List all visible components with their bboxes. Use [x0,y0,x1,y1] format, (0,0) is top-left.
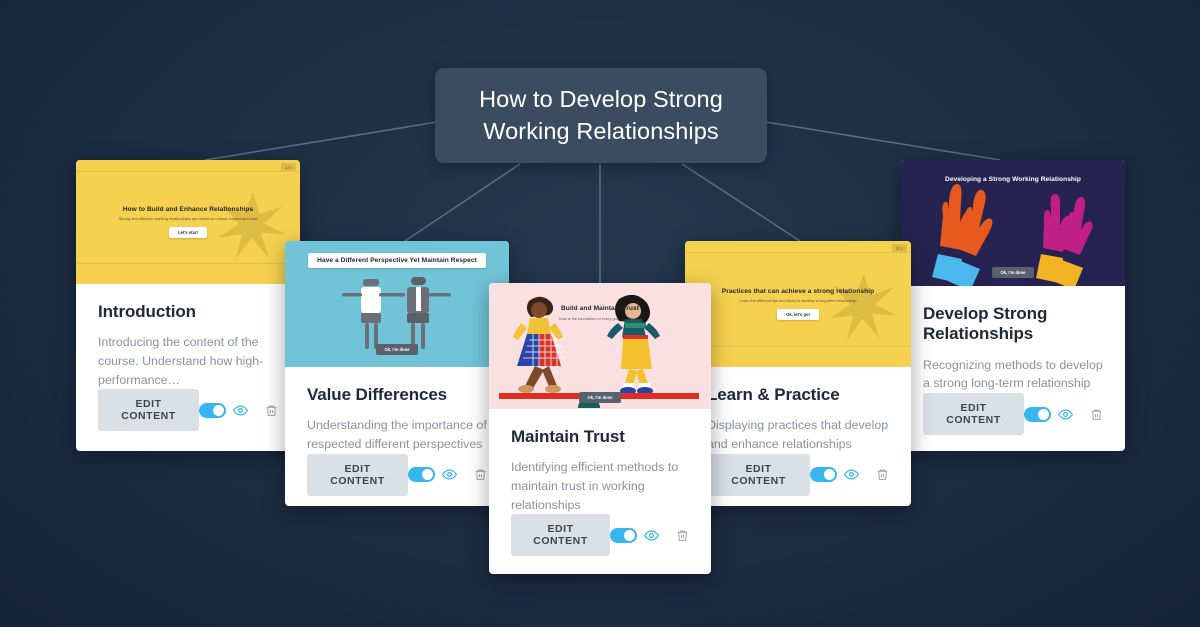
connector-to-card-1 [204,121,438,161]
course-title-node[interactable]: How to Develop Strong Working Relationsh… [435,68,767,163]
visibility-toggle[interactable] [610,527,637,543]
visibility-toggle[interactable] [199,402,226,418]
thumb-cta-button[interactable]: Ok, I'm done [375,344,419,355]
card-title: Learn & Practice [707,385,840,404]
lesson-card-maintain-trust[interactable]: Build and Maintain Trust Trust is the fo… [489,283,711,574]
eye-icon[interactable] [844,467,859,482]
thumb-cta-button[interactable]: Ok, I'm done [991,267,1035,278]
card-body: Maintain Trust Identifying efficient met… [489,409,711,514]
card-title: Develop Strong Relationships [923,304,1048,344]
edit-content-button[interactable]: EDIT CONTENT [923,393,1024,435]
card-title: Value Differences [307,385,448,404]
card-thumbnail[interactable]: Practices that can achieve a strong rela… [685,241,911,367]
card-body: Introduction Introducing the content of … [76,284,300,389]
edit-content-button[interactable]: EDIT CONTENT [307,453,408,496]
trash-icon[interactable] [474,467,487,482]
visibility-toggle[interactable] [810,467,837,483]
card-actions: EDIT CONTENT [285,453,509,506]
visibility-toggle[interactable] [1024,406,1051,422]
card-thumbnail[interactable]: Have a Different Perspective Yet Maintai… [285,241,509,367]
card-title: Introduction [98,302,196,321]
connector-to-card-4 [681,163,801,242]
thumb-progress-badge: 3/4 [891,244,907,252]
card-thumbnail[interactable]: Developing a Strong Working Relationship… [901,160,1125,286]
edit-content-button[interactable]: EDIT CONTENT [511,514,610,557]
thumb-subtitle: Learn the different tips and tricks to d… [739,298,857,304]
thumb-cta-button[interactable]: Let's start [169,227,207,239]
trash-icon[interactable] [1090,407,1103,422]
eye-icon[interactable] [442,467,457,482]
edit-content-button[interactable]: EDIT CONTENT [707,453,810,496]
eye-icon[interactable] [1058,407,1073,422]
eye-icon[interactable] [644,528,659,543]
card-actions: EDIT CONTENT [76,389,300,451]
card-actions: EDIT CONTENT [901,393,1125,451]
visibility-toggle[interactable] [408,467,435,483]
eye-icon[interactable] [233,403,248,418]
thumb-progress-badge: 1/4 [280,163,296,171]
trash-icon[interactable] [876,467,889,482]
thumb-cta-button[interactable]: Ok, let's go! [777,309,819,321]
card-body: Value Differences Understanding the impo… [285,367,509,454]
thumb-title: Practices that can achieve a strong rela… [721,287,875,295]
card-thumbnail[interactable]: How to Build and Enhance Relationships S… [76,160,300,284]
card-description: Understanding the importance of respecte… [307,418,487,451]
lesson-card-learn-and-practice[interactable]: Practices that can achieve a strong rela… [685,241,911,506]
card-actions: EDIT CONTENT [685,453,911,506]
card-title: Maintain Trust [511,427,625,446]
thumb-cta-button[interactable]: Ok, I'm done [578,392,622,403]
thumb-title: How to Build and Enhance Relationships [122,205,254,213]
lesson-card-value-differences[interactable]: Have a Different Perspective Yet Maintai… [285,241,509,506]
card-thumbnail[interactable]: Build and Maintain Trust Trust is the fo… [489,283,711,409]
card-description: Identifying efficient methods to maintai… [511,460,679,512]
card-body: Develop Strong Relationships Recognizing… [901,286,1125,393]
lesson-card-introduction[interactable]: How to Build and Enhance Relationships S… [76,160,300,451]
lesson-card-develop-strong-relationships[interactable]: Developing a Strong Working Relationship… [901,160,1125,451]
card-description: Displaying practices that develop and en… [707,418,889,451]
card-description: Introducing the content of the course. U… [98,335,264,387]
edit-content-button[interactable]: EDIT CONTENT [98,389,199,432]
connector-to-card-2 [404,163,521,242]
connector-to-card-5 [765,121,1001,161]
trash-icon[interactable] [265,403,278,418]
card-actions: EDIT CONTENT [489,514,711,574]
trash-icon[interactable] [676,528,689,543]
card-body: Learn & Practice Displaying practices th… [685,367,911,454]
thumb-subtitle: Strong and effective working relationshi… [118,216,258,222]
card-description: Recognizing methods to develop a strong … [923,357,1103,391]
page-title: How to Develop Strong Working Relationsh… [479,86,723,144]
